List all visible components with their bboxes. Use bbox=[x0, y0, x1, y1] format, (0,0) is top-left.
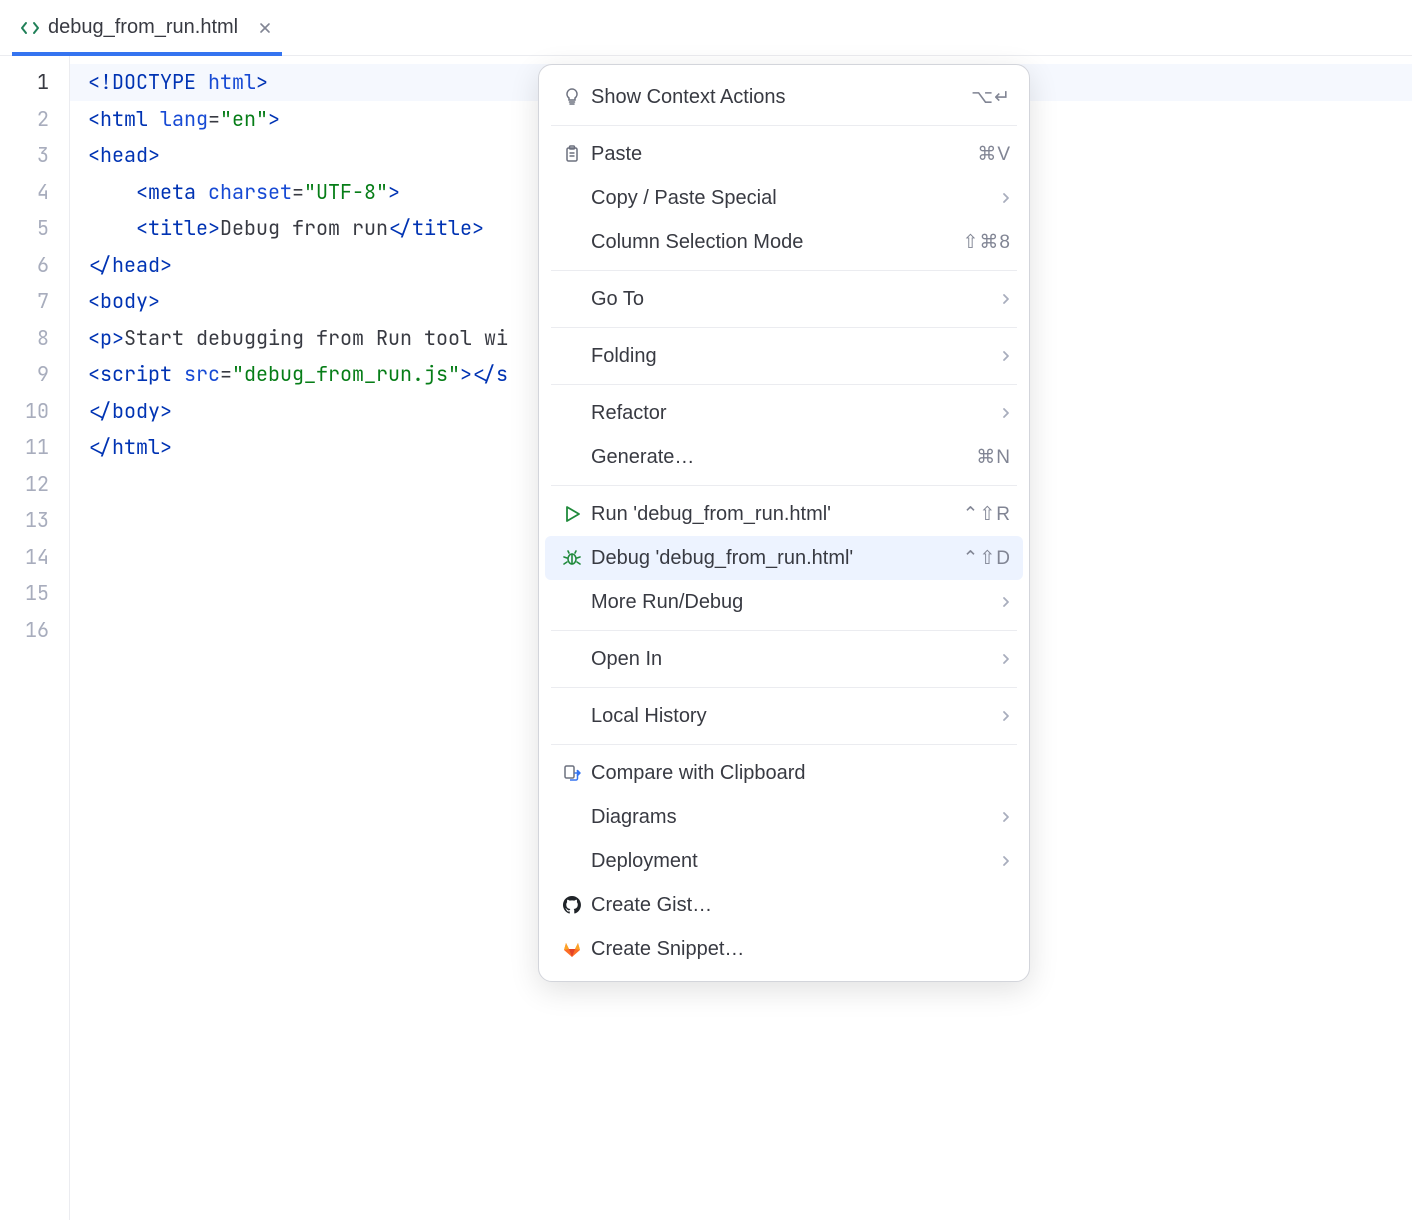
menu-item-label: Refactor bbox=[587, 402, 1001, 425]
menu-item-run-debug-from-run-html[interactable]: Run 'debug_from_run.html'⌃⇧R bbox=[539, 492, 1029, 536]
line-number[interactable]: 9 bbox=[0, 356, 49, 393]
chevron-right-icon bbox=[1001, 406, 1011, 420]
menu-separator bbox=[551, 485, 1017, 486]
menu-item-label: Go To bbox=[587, 288, 1001, 311]
line-number[interactable]: 5 bbox=[0, 210, 49, 247]
bulb-icon bbox=[557, 86, 587, 108]
menu-shortcut: ⌘V bbox=[977, 143, 1011, 166]
menu-item-label: Compare with Clipboard bbox=[587, 762, 1011, 785]
menu-item-deployment[interactable]: Deployment bbox=[539, 839, 1029, 883]
menu-item-label: Create Snippet… bbox=[587, 938, 1011, 961]
menu-item-show-context-actions[interactable]: Show Context Actions⌥↵ bbox=[539, 75, 1029, 119]
menu-separator bbox=[551, 687, 1017, 688]
editor-tab[interactable]: debug_from_run.html bbox=[12, 0, 282, 55]
menu-item-label: Create Gist… bbox=[587, 894, 1011, 917]
menu-item-create-gist[interactable]: Create Gist… bbox=[539, 883, 1029, 927]
run-icon bbox=[557, 503, 587, 525]
menu-item-folding[interactable]: Folding bbox=[539, 334, 1029, 378]
html-file-icon bbox=[20, 18, 40, 38]
line-number[interactable]: 16 bbox=[0, 612, 49, 649]
menu-item-refactor[interactable]: Refactor bbox=[539, 391, 1029, 435]
menu-shortcut: ⌥↵ bbox=[971, 86, 1011, 109]
menu-item-label: Diagrams bbox=[587, 806, 1001, 829]
chevron-right-icon bbox=[1001, 595, 1011, 609]
menu-item-label: Paste bbox=[587, 143, 977, 166]
menu-item-more-run-debug[interactable]: More Run/Debug bbox=[539, 580, 1029, 624]
chevron-right-icon bbox=[1001, 652, 1011, 666]
chevron-right-icon bbox=[1001, 349, 1011, 363]
line-number[interactable]: 2 bbox=[0, 101, 49, 138]
gitlab-icon bbox=[557, 938, 587, 960]
line-number[interactable]: 3 bbox=[0, 137, 49, 174]
line-number[interactable]: 10 bbox=[0, 393, 49, 430]
line-number[interactable]: 1 bbox=[0, 64, 49, 101]
compare-icon bbox=[557, 762, 587, 784]
menu-item-create-snippet[interactable]: Create Snippet… bbox=[539, 927, 1029, 971]
menu-item-copy-paste-special[interactable]: Copy / Paste Special bbox=[539, 176, 1029, 220]
chevron-right-icon bbox=[1001, 854, 1011, 868]
github-icon bbox=[557, 894, 587, 916]
menu-item-diagrams[interactable]: Diagrams bbox=[539, 795, 1029, 839]
line-number[interactable]: 7 bbox=[0, 283, 49, 320]
menu-item-label: Show Context Actions bbox=[587, 86, 971, 109]
chevron-right-icon bbox=[1001, 810, 1011, 824]
tab-filename: debug_from_run.html bbox=[48, 16, 238, 39]
clipboard-icon bbox=[557, 143, 587, 165]
menu-separator bbox=[551, 744, 1017, 745]
menu-shortcut: ⌃⇧D bbox=[962, 547, 1011, 570]
menu-item-label: Folding bbox=[587, 345, 1001, 368]
menu-shortcut: ⌃⇧R bbox=[962, 503, 1011, 526]
chevron-right-icon bbox=[1001, 292, 1011, 306]
menu-separator bbox=[551, 125, 1017, 126]
menu-item-label: Local History bbox=[587, 705, 1001, 728]
line-number[interactable]: 6 bbox=[0, 247, 49, 284]
menu-item-label: Run 'debug_from_run.html' bbox=[587, 503, 962, 526]
menu-item-generate[interactable]: Generate…⌘N bbox=[539, 435, 1029, 479]
line-number[interactable]: 4 bbox=[0, 174, 49, 211]
menu-separator bbox=[551, 384, 1017, 385]
line-number-gutter: 12345678910111213141516 bbox=[0, 56, 70, 1220]
menu-item-column-selection-mode[interactable]: Column Selection Mode⇧⌘8 bbox=[539, 220, 1029, 264]
menu-item-debug-debug-from-run-html[interactable]: Debug 'debug_from_run.html'⌃⇧D bbox=[545, 536, 1023, 580]
menu-shortcut: ⇧⌘8 bbox=[963, 231, 1012, 254]
menu-separator bbox=[551, 630, 1017, 631]
menu-item-paste[interactable]: Paste⌘V bbox=[539, 132, 1029, 176]
line-number[interactable]: 15 bbox=[0, 575, 49, 612]
menu-item-go-to[interactable]: Go To bbox=[539, 277, 1029, 321]
menu-separator bbox=[551, 327, 1017, 328]
menu-item-compare-with-clipboard[interactable]: Compare with Clipboard bbox=[539, 751, 1029, 795]
menu-item-label: Column Selection Mode bbox=[587, 231, 963, 254]
chevron-right-icon bbox=[1001, 191, 1011, 205]
tab-bar: debug_from_run.html bbox=[0, 0, 1412, 56]
menu-item-label: Open In bbox=[587, 648, 1001, 671]
line-number[interactable]: 14 bbox=[0, 539, 49, 576]
debug-icon bbox=[557, 547, 587, 569]
menu-shortcut: ⌘N bbox=[976, 446, 1011, 469]
menu-item-local-history[interactable]: Local History bbox=[539, 694, 1029, 738]
menu-item-label: More Run/Debug bbox=[587, 591, 1001, 614]
editor-context-menu: Show Context Actions⌥↵ Paste⌘V Copy / Past… bbox=[538, 64, 1030, 982]
menu-item-label: Deployment bbox=[587, 850, 1001, 873]
menu-item-label: Copy / Paste Special bbox=[587, 187, 1001, 210]
line-number[interactable]: 13 bbox=[0, 502, 49, 539]
line-number[interactable]: 8 bbox=[0, 320, 49, 357]
line-number[interactable]: 12 bbox=[0, 466, 49, 503]
menu-separator bbox=[551, 270, 1017, 271]
line-number[interactable]: 11 bbox=[0, 429, 49, 466]
menu-item-label: Generate… bbox=[587, 446, 976, 469]
menu-item-label: Debug 'debug_from_run.html' bbox=[587, 547, 962, 570]
chevron-right-icon bbox=[1001, 709, 1011, 723]
close-icon[interactable] bbox=[256, 19, 274, 37]
menu-item-open-in[interactable]: Open In bbox=[539, 637, 1029, 681]
